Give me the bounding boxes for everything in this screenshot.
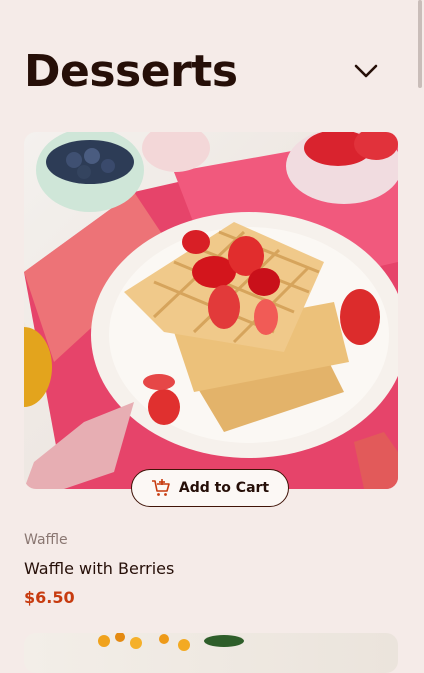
page-scrollbar[interactable] bbox=[418, 0, 422, 88]
product-name: Waffle with Berries bbox=[24, 559, 175, 578]
page-title: Desserts bbox=[24, 46, 238, 97]
waffle-photo bbox=[24, 132, 398, 489]
collapse-toggle-button[interactable] bbox=[348, 56, 384, 86]
next-product-photo bbox=[98, 633, 244, 651]
page-header: Desserts bbox=[24, 44, 384, 104]
product-category: Waffle bbox=[24, 532, 68, 548]
add-to-cart-icon bbox=[151, 479, 170, 496]
product-card: Add to Cart Waffle Waffle with Berries $… bbox=[24, 132, 398, 607]
add-to-cart-button[interactable]: Add to Cart bbox=[131, 469, 289, 507]
product-price: $6.50 bbox=[24, 588, 75, 607]
next-product-image[interactable] bbox=[24, 633, 398, 673]
add-to-cart-label: Add to Cart bbox=[178, 480, 270, 496]
product-image[interactable] bbox=[24, 132, 398, 489]
chevron-down-icon bbox=[354, 64, 378, 78]
